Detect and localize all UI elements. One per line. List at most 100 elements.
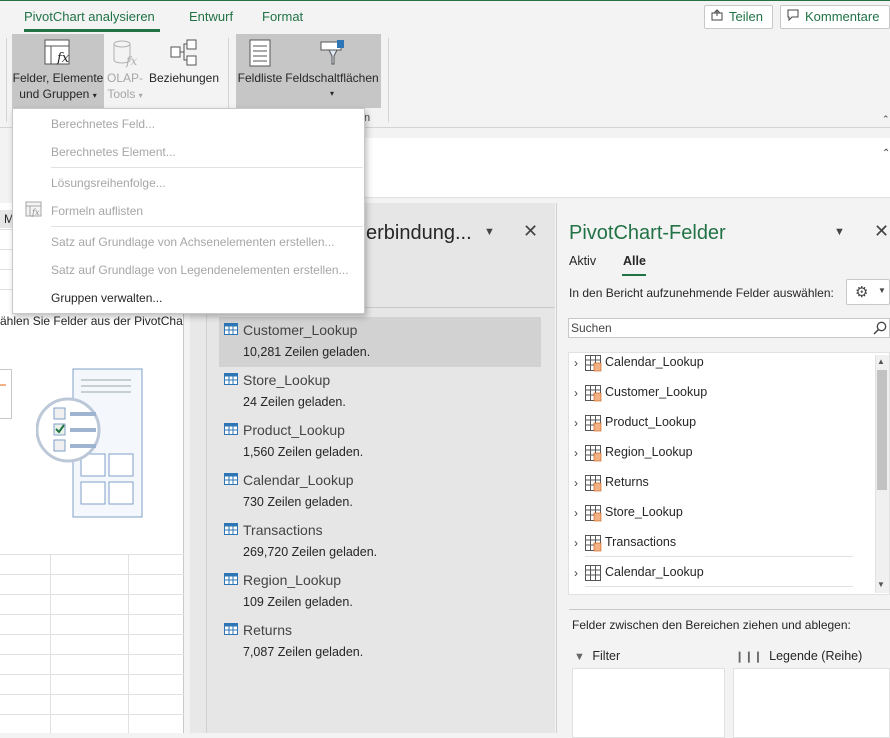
connection-item[interactable]: Calendar_Lookup 730 Zeilen geladen. xyxy=(219,467,541,517)
connection-name: Product_Lookup xyxy=(243,422,345,438)
connection-item[interactable]: Transactions 269,720 Zeilen geladen. xyxy=(219,517,541,567)
field-settings-button[interactable]: ⚙ ▼ xyxy=(846,279,890,305)
expand-chevron-icon[interactable]: › xyxy=(574,356,578,370)
expand-chevron-icon[interactable]: › xyxy=(574,476,578,490)
formula-bar[interactable] xyxy=(364,138,890,198)
tab-aktiv[interactable]: Aktiv xyxy=(569,254,596,268)
chart-placeholder-bar xyxy=(0,384,6,386)
fields-items-groups-button[interactable]: fx Felder, Elemente und Gruppen ▾ xyxy=(12,38,104,104)
tab-alle[interactable]: Alle xyxy=(623,254,646,268)
legend-area[interactable]: ❙❙❙ Legende (Reihe) xyxy=(733,646,890,738)
calculated-field-icon: fx xyxy=(44,39,70,66)
grid-line xyxy=(128,554,129,733)
fields-instruction: In den Bericht aufzunehmende Felder ausw… xyxy=(569,286,834,300)
connection-item[interactable]: Region_Lookup 109 Zeilen geladen. xyxy=(219,567,541,617)
connection-name: Customer_Lookup xyxy=(243,322,358,338)
connection-row-count: 1,560 Zeilen geladen. xyxy=(243,445,364,459)
filter-area[interactable]: ▼ Filter xyxy=(572,646,725,738)
field-table-name: Store_Lookup xyxy=(605,505,683,519)
pane-options-dropdown-icon[interactable]: ▼ xyxy=(834,226,845,238)
share-icon xyxy=(711,9,725,24)
field-list-label: Feldliste xyxy=(237,71,283,85)
menu-item-solve-order[interactable]: Lösungsreihenfolge... xyxy=(51,176,166,190)
pivotchart-hint-text: ählen Sie Felder aus der PivotCha xyxy=(0,314,183,328)
connection-name: Calendar_Lookup xyxy=(243,472,354,488)
search-input[interactable]: Suchen xyxy=(568,318,890,338)
table-icon xyxy=(585,475,602,495)
connection-item[interactable]: Store_Lookup 24 Zeilen geladen. xyxy=(219,367,541,417)
pane-options-dropdown-icon[interactable]: ▼ xyxy=(484,226,495,238)
connection-row-count: 730 Zeilen geladen. xyxy=(243,495,353,509)
menu-item-manage-groups[interactable]: Gruppen verwalten... xyxy=(51,291,162,305)
expand-chevron-icon[interactable]: › xyxy=(574,536,578,550)
olap-label-2: Tools xyxy=(107,87,136,101)
ribbon-separator xyxy=(388,38,389,122)
field-table-item[interactable]: › Calendar_Lookup xyxy=(569,353,869,383)
table-icon xyxy=(224,423,238,438)
expand-formula-bar-icon[interactable]: ⌃ xyxy=(882,148,890,159)
table-icon xyxy=(585,445,602,465)
field-table-item[interactable]: › Product_Lookup xyxy=(569,413,869,443)
table-icon xyxy=(224,373,238,388)
expand-chevron-icon[interactable]: › xyxy=(574,566,578,580)
relationships-icon xyxy=(170,39,197,66)
share-button[interactable]: Teilen xyxy=(704,5,773,29)
connection-item[interactable]: Customer_Lookup 10,281 Zeilen geladen. xyxy=(219,317,541,367)
scrollbar-thumb[interactable] xyxy=(877,370,887,490)
table-icon xyxy=(585,535,602,555)
comments-button[interactable]: Kommentare xyxy=(780,5,890,29)
table-icon xyxy=(585,355,602,375)
tab-entwurf[interactable]: Entwurf xyxy=(189,9,233,24)
menu-item-list-formulas[interactable]: Formeln auflisten xyxy=(51,204,143,218)
filter-drop-zone[interactable] xyxy=(572,668,725,738)
expand-chevron-icon[interactable]: › xyxy=(574,446,578,460)
menu-separator xyxy=(51,167,363,168)
scroll-up-icon[interactable]: ▲ xyxy=(877,357,885,366)
expand-chevron-icon[interactable]: › xyxy=(574,506,578,520)
menu-item-set-from-legend[interactable]: Satz auf Grundlage von Legendenelementen… xyxy=(51,263,349,277)
table-icon xyxy=(224,323,238,338)
menu-item-set-from-axis[interactable]: Satz auf Grundlage von Achsenelementen e… xyxy=(51,235,335,249)
comment-icon xyxy=(787,9,801,24)
active-tab-indicator xyxy=(24,29,160,32)
field-list-illustration xyxy=(36,368,143,518)
field-table-item[interactable]: › Store_Lookup xyxy=(569,503,869,533)
field-table-item[interactable]: › Calendar_Lookup xyxy=(569,563,869,593)
scroll-down-icon[interactable]: ▼ xyxy=(877,580,885,589)
close-icon[interactable]: ✕ xyxy=(874,221,889,242)
expand-chevron-icon[interactable]: › xyxy=(574,386,578,400)
field-table-item[interactable]: › Customer_Lookup xyxy=(569,383,869,413)
field-list-button[interactable]: Feldliste xyxy=(236,38,284,86)
connection-item[interactable]: Product_Lookup 1,560 Zeilen geladen. xyxy=(219,417,541,467)
svg-text:fx: fx xyxy=(125,54,137,68)
tab-pivotchart-analysieren[interactable]: PivotChart analysieren xyxy=(24,9,155,24)
expand-chevron-icon[interactable]: › xyxy=(574,416,578,430)
list-divider xyxy=(585,556,853,557)
olap-tools-button[interactable]: fx OLAP- Tools ▾ xyxy=(104,38,146,104)
field-table-name: Product_Lookup xyxy=(605,415,697,429)
olap-label-row: Tools ▾ xyxy=(104,86,146,104)
ribbon-tab-bar: PivotChart analysieren Entwurf Format Te… xyxy=(0,0,890,34)
legend-drop-zone[interactable] xyxy=(733,668,890,738)
field-table-name: Returns xyxy=(605,475,649,489)
field-table-item[interactable]: › Returns xyxy=(569,473,869,503)
connection-name: Store_Lookup xyxy=(243,372,331,388)
connection-row-count: 7,087 Zeilen geladen. xyxy=(243,645,364,659)
table-icon xyxy=(585,415,602,435)
menu-item-calculated-item[interactable]: Berechnetes Element... xyxy=(51,145,176,159)
collapse-ribbon-icon[interactable]: ⌃ xyxy=(882,114,890,125)
connections-pane-title: erbindung... xyxy=(366,222,472,244)
close-icon[interactable]: ✕ xyxy=(523,221,538,242)
relationships-button[interactable]: Beziehungen xyxy=(148,38,220,86)
connection-row-count: 10,281 Zeilen geladen. xyxy=(243,345,371,359)
field-table-item[interactable]: › Transactions xyxy=(569,533,869,563)
menu-item-calculated-field[interactable]: Berechnetes Feld... xyxy=(51,117,155,131)
active-tab-indicator xyxy=(622,274,646,276)
field-table-list[interactable]: › Calendar_Lookup › Customer_Lookup › Product… xyxy=(568,352,890,595)
table-icon xyxy=(585,385,602,405)
filter-icon: ▼ xyxy=(574,651,585,663)
field-table-item[interactable]: › Region_Lookup xyxy=(569,443,869,473)
tab-format[interactable]: Format xyxy=(262,9,303,24)
connection-item[interactable]: Returns 7,087 Zeilen geladen. xyxy=(219,617,541,667)
field-buttons-button[interactable]: Feldschaltflächen ▾ xyxy=(284,38,380,102)
